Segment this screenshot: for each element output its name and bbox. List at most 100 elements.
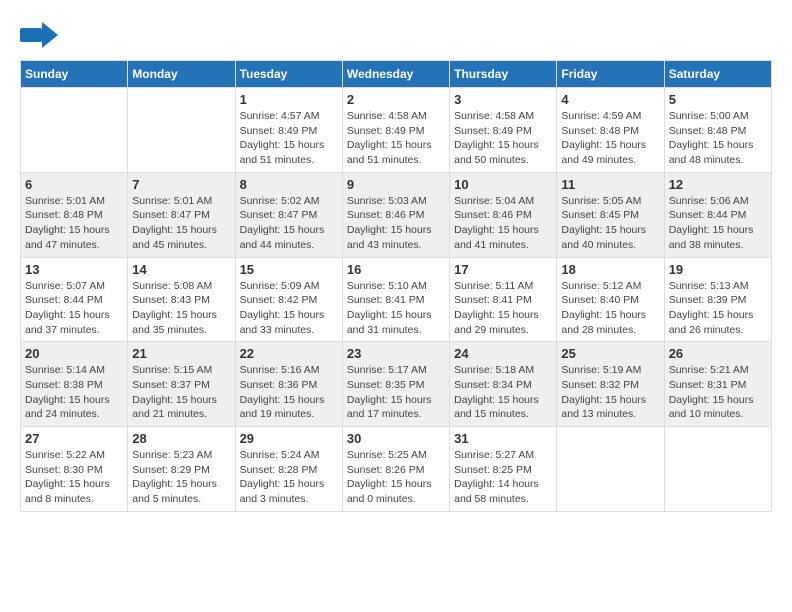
day-number: 13 bbox=[25, 262, 123, 277]
calendar-cell: 24 Sunrise: 5:18 AM Sunset: 8:34 PM Dayli… bbox=[450, 342, 557, 427]
day-number: 17 bbox=[454, 262, 552, 277]
calendar-cell: 10 Sunrise: 5:04 AM Sunset: 8:46 PM Dayli… bbox=[450, 172, 557, 257]
day-number: 27 bbox=[25, 431, 123, 446]
calendar-cell: 1 Sunrise: 4:57 AM Sunset: 8:49 PM Daylig… bbox=[235, 88, 342, 173]
day-number: 22 bbox=[240, 346, 338, 361]
day-info: Sunrise: 5:12 AM Sunset: 8:40 PM Dayligh… bbox=[561, 279, 659, 338]
day-number: 31 bbox=[454, 431, 552, 446]
calendar-cell bbox=[21, 88, 128, 173]
calendar-cell: 17 Sunrise: 5:11 AM Sunset: 8:41 PM Dayli… bbox=[450, 257, 557, 342]
day-number: 18 bbox=[561, 262, 659, 277]
day-info: Sunrise: 5:06 AM Sunset: 8:44 PM Dayligh… bbox=[669, 194, 767, 253]
day-number: 20 bbox=[25, 346, 123, 361]
day-info: Sunrise: 5:13 AM Sunset: 8:39 PM Dayligh… bbox=[669, 279, 767, 338]
day-info: Sunrise: 4:59 AM Sunset: 8:48 PM Dayligh… bbox=[561, 109, 659, 168]
calendar-cell: 26 Sunrise: 5:21 AM Sunset: 8:31 PM Dayli… bbox=[664, 342, 771, 427]
day-number: 6 bbox=[25, 177, 123, 192]
calendar-cell: 16Sunrise: 5:10 AM Sunset: 8:41 PM Dayli… bbox=[342, 257, 449, 342]
day-number: 3 bbox=[454, 92, 552, 107]
calendar-cell: 4 Sunrise: 4:59 AM Sunset: 8:48 PM Daylig… bbox=[557, 88, 664, 173]
weekday-header: Wednesday bbox=[342, 61, 449, 88]
calendar-cell: 15 Sunrise: 5:09 AM Sunset: 8:42 PM Dayli… bbox=[235, 257, 342, 342]
day-info: Sunrise: 4:57 AM Sunset: 8:49 PM Dayligh… bbox=[240, 109, 338, 168]
calendar-cell: 18 Sunrise: 5:12 AM Sunset: 8:40 PM Dayli… bbox=[557, 257, 664, 342]
day-info: Sunrise: 5:21 AM Sunset: 8:31 PM Dayligh… bbox=[669, 363, 767, 422]
day-info: Sunrise: 5:23 AM Sunset: 8:29 PM Dayligh… bbox=[132, 448, 230, 507]
logo bbox=[20, 20, 62, 50]
day-info: Sunrise: 5:02 AM Sunset: 8:47 PM Dayligh… bbox=[240, 194, 338, 253]
day-info: Sunrise: 5:07 AM Sunset: 8:44 PM Dayligh… bbox=[25, 279, 123, 338]
day-info: Sunrise: 5:05 AM Sunset: 8:45 PM Dayligh… bbox=[561, 194, 659, 253]
day-info: Sunrise: 4:58 AM Sunset: 8:49 PM Dayligh… bbox=[454, 109, 552, 168]
day-info: Sunrise: 5:19 AM Sunset: 8:32 PM Dayligh… bbox=[561, 363, 659, 422]
day-number: 2 bbox=[347, 92, 445, 107]
calendar-cell bbox=[664, 427, 771, 512]
day-number: 9 bbox=[347, 177, 445, 192]
calendar-cell: 6Sunrise: 5:01 AM Sunset: 8:48 PM Daylig… bbox=[21, 172, 128, 257]
day-number: 21 bbox=[132, 346, 230, 361]
calendar-cell bbox=[557, 427, 664, 512]
day-number: 28 bbox=[132, 431, 230, 446]
day-info: Sunrise: 5:08 AM Sunset: 8:43 PM Dayligh… bbox=[132, 279, 230, 338]
calendar-cell: 7Sunrise: 5:01 AM Sunset: 8:47 PM Daylig… bbox=[128, 172, 235, 257]
day-info: Sunrise: 5:11 AM Sunset: 8:41 PM Dayligh… bbox=[454, 279, 552, 338]
day-info: Sunrise: 5:10 AM Sunset: 8:41 PM Dayligh… bbox=[347, 279, 445, 338]
day-info: Sunrise: 5:16 AM Sunset: 8:36 PM Dayligh… bbox=[240, 363, 338, 422]
calendar-cell: 29 Sunrise: 5:24 AM Sunset: 8:28 PM Dayli… bbox=[235, 427, 342, 512]
day-number: 30 bbox=[347, 431, 445, 446]
weekday-header: Tuesday bbox=[235, 61, 342, 88]
calendar-cell bbox=[128, 88, 235, 173]
calendar-cell: 28 Sunrise: 5:23 AM Sunset: 8:29 PM Dayli… bbox=[128, 427, 235, 512]
weekday-header: Saturday bbox=[664, 61, 771, 88]
day-number: 26 bbox=[669, 346, 767, 361]
calendar-week-row: 13 Sunrise: 5:07 AM Sunset: 8:44 PM Dayli… bbox=[21, 257, 772, 342]
calendar-cell: 19 Sunrise: 5:13 AM Sunset: 8:39 PM Dayli… bbox=[664, 257, 771, 342]
calendar-cell: 25 Sunrise: 5:19 AM Sunset: 8:32 PM Dayli… bbox=[557, 342, 664, 427]
calendar-cell: 22 Sunrise: 5:16 AM Sunset: 8:36 PM Dayli… bbox=[235, 342, 342, 427]
calendar-cell: 2Sunrise: 4:58 AM Sunset: 8:49 PM Daylig… bbox=[342, 88, 449, 173]
day-number: 19 bbox=[669, 262, 767, 277]
day-number: 4 bbox=[561, 92, 659, 107]
calendar-week-row: 6Sunrise: 5:01 AM Sunset: 8:48 PM Daylig… bbox=[21, 172, 772, 257]
calendar-cell: 14 Sunrise: 5:08 AM Sunset: 8:43 PM Dayli… bbox=[128, 257, 235, 342]
day-number: 10 bbox=[454, 177, 552, 192]
day-number: 8 bbox=[240, 177, 338, 192]
day-info: Sunrise: 5:09 AM Sunset: 8:42 PM Dayligh… bbox=[240, 279, 338, 338]
day-info: Sunrise: 5:27 AM Sunset: 8:25 PM Dayligh… bbox=[454, 448, 552, 507]
calendar-cell: 30 Sunrise: 5:25 AM Sunset: 8:26 PM Dayli… bbox=[342, 427, 449, 512]
day-info: Sunrise: 5:18 AM Sunset: 8:34 PM Dayligh… bbox=[454, 363, 552, 422]
calendar-header-row: SundayMondayTuesdayWednesdayThursdayFrid… bbox=[21, 61, 772, 88]
day-number: 29 bbox=[240, 431, 338, 446]
day-info: Sunrise: 5:24 AM Sunset: 8:28 PM Dayligh… bbox=[240, 448, 338, 507]
calendar-cell: 31 Sunrise: 5:27 AM Sunset: 8:25 PM Dayli… bbox=[450, 427, 557, 512]
weekday-header: Thursday bbox=[450, 61, 557, 88]
day-number: 1 bbox=[240, 92, 338, 107]
day-number: 14 bbox=[132, 262, 230, 277]
day-info: Sunrise: 5:25 AM Sunset: 8:26 PM Dayligh… bbox=[347, 448, 445, 507]
day-number: 15 bbox=[240, 262, 338, 277]
day-info: Sunrise: 5:03 AM Sunset: 8:46 PM Dayligh… bbox=[347, 194, 445, 253]
day-number: 11 bbox=[561, 177, 659, 192]
day-info: Sunrise: 5:01 AM Sunset: 8:47 PM Dayligh… bbox=[132, 194, 230, 253]
weekday-header: Monday bbox=[128, 61, 235, 88]
calendar-table: SundayMondayTuesdayWednesdayThursdayFrid… bbox=[20, 60, 772, 512]
weekday-header: Friday bbox=[557, 61, 664, 88]
day-number: 24 bbox=[454, 346, 552, 361]
calendar-cell: 3 Sunrise: 4:58 AM Sunset: 8:49 PM Daylig… bbox=[450, 88, 557, 173]
weekday-header: Sunday bbox=[21, 61, 128, 88]
calendar-cell: 21Sunrise: 5:15 AM Sunset: 8:37 PM Dayli… bbox=[128, 342, 235, 427]
calendar-week-row: 20 Sunrise: 5:14 AM Sunset: 8:38 PM Dayli… bbox=[21, 342, 772, 427]
day-info: Sunrise: 5:14 AM Sunset: 8:38 PM Dayligh… bbox=[25, 363, 123, 422]
logo-icon bbox=[20, 20, 58, 50]
day-number: 25 bbox=[561, 346, 659, 361]
calendar-cell: 5Sunrise: 5:00 AM Sunset: 8:48 PM Daylig… bbox=[664, 88, 771, 173]
calendar-cell: 13 Sunrise: 5:07 AM Sunset: 8:44 PM Dayli… bbox=[21, 257, 128, 342]
calendar-cell: 8 Sunrise: 5:02 AM Sunset: 8:47 PM Daylig… bbox=[235, 172, 342, 257]
calendar-cell: 9 Sunrise: 5:03 AM Sunset: 8:46 PM Daylig… bbox=[342, 172, 449, 257]
calendar-cell: 11 Sunrise: 5:05 AM Sunset: 8:45 PM Dayli… bbox=[557, 172, 664, 257]
calendar-week-row: 27Sunrise: 5:22 AM Sunset: 8:30 PM Dayli… bbox=[21, 427, 772, 512]
day-number: 12 bbox=[669, 177, 767, 192]
day-info: Sunrise: 5:04 AM Sunset: 8:46 PM Dayligh… bbox=[454, 194, 552, 253]
calendar-cell: 12 Sunrise: 5:06 AM Sunset: 8:44 PM Dayli… bbox=[664, 172, 771, 257]
page-header bbox=[20, 20, 772, 50]
